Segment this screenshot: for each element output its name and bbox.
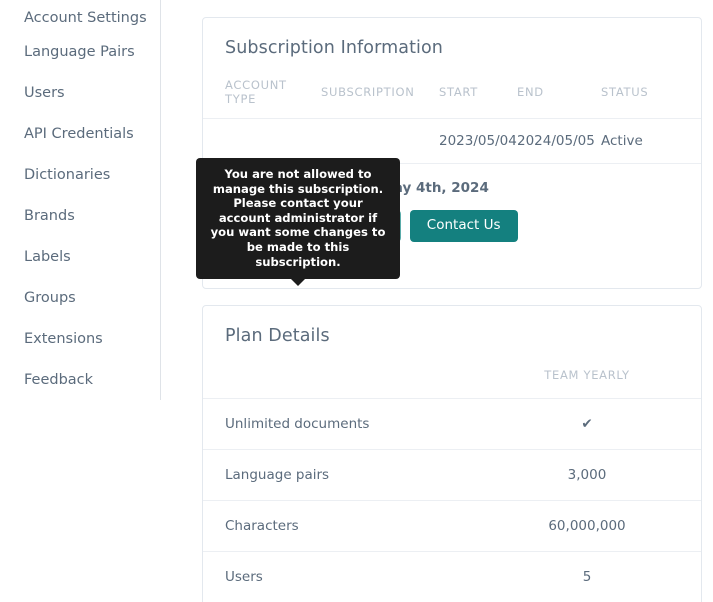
column-header-subscription: SUBSCRIPTION: [321, 72, 439, 119]
sidebar-item-label: Labels: [24, 248, 71, 265]
plan-card-title: Plan Details: [225, 326, 330, 346]
sidebar-item-label: Brands: [24, 207, 75, 224]
sidebar-item-labels[interactable]: Labels: [0, 236, 160, 277]
table-row: 2023/05/04 2024/05/05 Active: [203, 118, 701, 164]
plan-feature-label: Users: [203, 551, 491, 602]
sidebar-item-users[interactable]: Users: [0, 72, 160, 113]
plan-feature-value: 60,000,000: [491, 500, 701, 552]
sidebar-item-feedback[interactable]: Feedback: [0, 359, 160, 400]
sidebar-item-api-credentials[interactable]: API Credentials: [0, 113, 160, 154]
plan-feature-label: Characters: [203, 500, 491, 552]
tooltip-text: You are not allowed to manage this subsc…: [210, 167, 386, 269]
cell-start-date: 2023/05/04: [439, 118, 517, 164]
subscription-table-head: ACCOUNT TYPE SUBSCRIPTION START END STAT…: [203, 72, 701, 119]
page-root: Account Settings Language Pairs Users AP…: [0, 0, 713, 602]
plan-header-row: TEAM YEARLY: [203, 362, 701, 399]
cell-end-date: 2024/05/05: [517, 118, 601, 164]
sidebar-item-language-pairs[interactable]: Language Pairs: [0, 31, 160, 72]
plan-details-card: Plan Details TEAM YEARLY Unlimited docum…: [202, 305, 702, 602]
sidebar-item-groups[interactable]: Groups: [0, 277, 160, 318]
sidebar-item-label: Dictionaries: [24, 166, 111, 183]
column-header-account-type: ACCOUNT TYPE: [203, 72, 321, 119]
sidebar-item-label: Extensions: [24, 330, 103, 347]
sidebar: Account Settings Language Pairs Users AP…: [0, 0, 161, 400]
subscription-table: ACCOUNT TYPE SUBSCRIPTION START END STAT…: [203, 72, 701, 164]
table-row: Characters 60,000,000: [203, 500, 701, 552]
table-row: Unlimited documents ✔: [203, 398, 701, 450]
cell-account-type: [203, 118, 321, 164]
plan-details-table: TEAM YEARLY Unlimited documents ✔ Langua…: [203, 362, 701, 602]
sidebar-item-label: Feedback: [24, 371, 94, 388]
plan-feature-value: 5: [491, 551, 701, 602]
tooltip-arrow-icon: [291, 279, 305, 287]
sidebar-item-label: API Credentials: [24, 125, 134, 142]
contact-us-button[interactable]: Contact Us: [409, 210, 518, 242]
main-content: Subscription Information ACCOUNT TYPE SU…: [196, 0, 713, 602]
sidebar-item-label: Account Settings: [24, 10, 147, 26]
subscription-header-row: ACCOUNT TYPE SUBSCRIPTION START END STAT…: [203, 72, 701, 119]
subscription-card-title: Subscription Information: [225, 38, 443, 58]
plan-feature-value: 3,000: [491, 449, 701, 501]
plan-table-head: TEAM YEARLY: [203, 362, 701, 399]
sidebar-nav-list: Account Settings Language Pairs Users AP…: [0, 0, 160, 400]
subscription-table-body: 2023/05/04 2024/05/05 Active: [203, 118, 701, 164]
sidebar-item-label: Language Pairs: [24, 43, 135, 60]
sidebar-item-brands[interactable]: Brands: [0, 195, 160, 236]
cell-subscription: [321, 118, 439, 164]
subscription-information-card: Subscription Information ACCOUNT TYPE SU…: [196, 17, 702, 289]
status-badge: Active: [601, 118, 701, 164]
column-header-plan-name: TEAM YEARLY: [491, 362, 701, 399]
sidebar-item-account-settings[interactable]: Account Settings: [0, 0, 160, 31]
plan-feature-label: Unlimited documents: [203, 398, 491, 450]
sidebar-item-extensions[interactable]: Extensions: [0, 318, 160, 359]
sidebar-item-dictionaries[interactable]: Dictionaries: [0, 154, 160, 195]
checkmark-icon: ✔: [491, 398, 701, 450]
sidebar-item-label: Groups: [24, 289, 76, 306]
column-header-status: STATUS: [601, 72, 701, 119]
column-header-start: START: [439, 72, 517, 119]
manage-subscription-tooltip: You are not allowed to manage this subsc…: [196, 158, 400, 287]
table-row: Users 5: [203, 551, 701, 602]
plan-table-body: Unlimited documents ✔ Language pairs 3,0…: [203, 398, 701, 602]
table-row: Language pairs 3,000: [203, 449, 701, 501]
column-header-feature: [203, 362, 491, 399]
plan-feature-label: Language pairs: [203, 449, 491, 501]
column-header-end: END: [517, 72, 601, 119]
sidebar-item-label: Users: [24, 84, 65, 101]
